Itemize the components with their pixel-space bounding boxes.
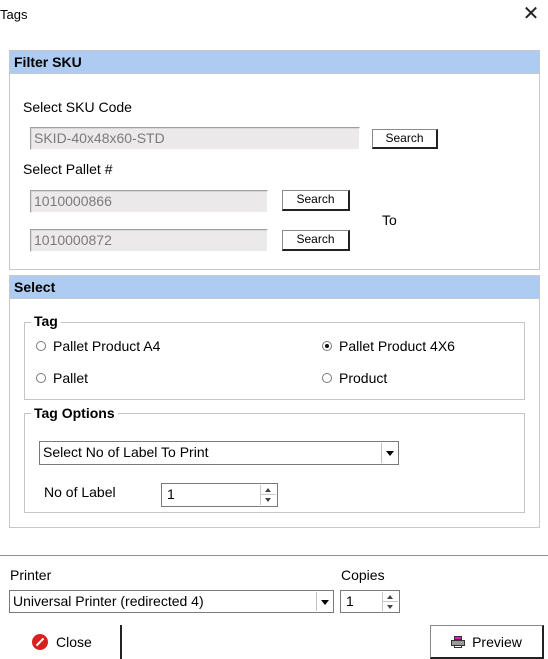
footer-divider (0, 555, 548, 556)
sku-search-button[interactable]: Search (372, 129, 438, 149)
preview-button-label: Preview (472, 633, 522, 650)
chevron-down-icon[interactable] (316, 592, 332, 611)
pallet-from-search-button[interactable]: Search (282, 190, 350, 211)
copies-value: 1 (346, 593, 354, 609)
radio-button-selected[interactable] (322, 341, 332, 351)
stepper-buttons[interactable] (382, 592, 398, 611)
pallet-label: Select Pallet # (23, 161, 113, 177)
printer-select-value: Universal Printer (redirected 4) (13, 593, 204, 609)
radio-label: Pallet (53, 370, 89, 386)
preview-button[interactable]: Preview (430, 625, 544, 659)
window-title: Tags (0, 7, 28, 22)
tag-options-legend: Tag Options (31, 405, 118, 421)
pallet-to-field[interactable]: 1010000872 (30, 229, 268, 252)
printer-select[interactable]: Universal Printer (redirected 4) (9, 590, 334, 613)
stepper-up-icon[interactable] (383, 592, 398, 602)
stepper-up-icon[interactable] (261, 485, 276, 495)
radio-product[interactable]: Product (322, 370, 387, 386)
sku-code-field[interactable]: SKID-40x48x60-STD (30, 127, 360, 150)
stepper-down-icon[interactable] (383, 602, 398, 612)
pallet-to-search-button[interactable]: Search (282, 230, 350, 251)
close-button-label: Close (56, 634, 92, 650)
sku-code-label: Select SKU Code (23, 99, 132, 115)
radio-pallet[interactable]: Pallet (36, 370, 88, 386)
filter-sku-header: Filter SKU (10, 51, 539, 74)
stepper-down-icon[interactable] (261, 495, 276, 505)
radio-button[interactable] (36, 373, 46, 383)
radio-pallet-product-a4[interactable]: Pallet Product A4 (36, 338, 160, 354)
label-count-select[interactable]: Select No of Label To Print (39, 441, 399, 465)
copies-label: Copies (341, 567, 385, 583)
close-circle-icon (32, 634, 48, 650)
pallet-from-field[interactable]: 1010000866 (30, 190, 268, 213)
radio-pallet-product-4x6[interactable]: Pallet Product 4X6 (322, 338, 455, 354)
no-of-label-value: 1 (167, 486, 175, 502)
select-header: Select (10, 276, 539, 299)
tag-legend: Tag (31, 313, 61, 329)
close-button[interactable]: Close (32, 634, 92, 650)
label-count-select-value: Select No of Label To Print (43, 444, 209, 460)
to-label: To (382, 212, 397, 228)
radio-label: Product (339, 370, 388, 386)
button-separator (120, 625, 122, 659)
close-icon[interactable]: ✕ (521, 3, 541, 25)
tag-fieldset (24, 322, 525, 400)
radio-button[interactable] (322, 373, 332, 383)
no-of-label-stepper[interactable]: 1 (161, 483, 278, 507)
copies-stepper[interactable]: 1 (340, 590, 400, 613)
chevron-down-icon[interactable] (381, 443, 397, 463)
radio-button[interactable] (36, 341, 46, 351)
printer-label: Printer (10, 567, 52, 583)
radio-label: Pallet Product A4 (53, 338, 161, 354)
printer-icon (451, 635, 466, 648)
stepper-buttons[interactable] (260, 485, 276, 505)
radio-label: Pallet Product 4X6 (339, 338, 455, 354)
no-of-label-label: No of Label (44, 484, 116, 500)
